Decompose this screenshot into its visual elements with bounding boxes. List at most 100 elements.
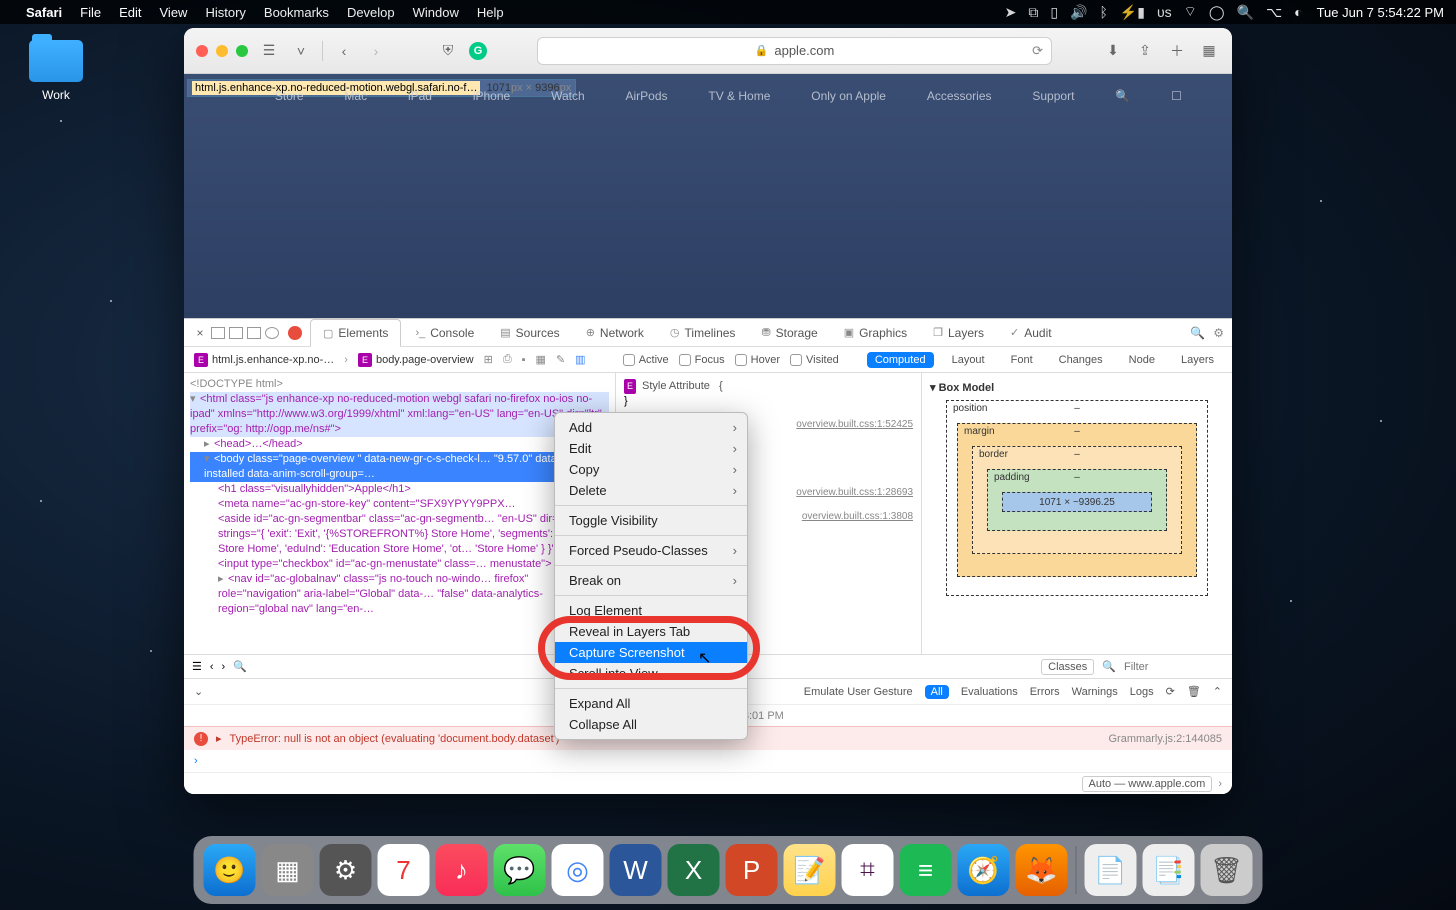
breadcrumb-html[interactable]: Ehtml.js.enhance-xp.no-… (194, 353, 334, 367)
nav-search-icon[interactable]: 🔍 (1115, 89, 1130, 103)
ruler-icon[interactable]: ▥ (575, 353, 585, 366)
dock-document2[interactable]: 📑 (1143, 844, 1195, 896)
ctx-capture-screenshot[interactable]: Capture Screenshot (555, 642, 747, 663)
dock-finder[interactable]: 🙂 (204, 844, 256, 896)
format-icon[interactable]: ⊞ (484, 353, 493, 366)
nav-only[interactable]: Only on Apple (811, 89, 886, 103)
dock-firefox[interactable]: 🦊 (1016, 844, 1068, 896)
nav-mac[interactable]: Mac (344, 89, 367, 103)
ctx-forced-pseudo-classes[interactable]: Forced Pseudo-Classes (555, 540, 747, 561)
dom-tree[interactable]: <!DOCTYPE html> ▾<html class="js enhance… (184, 373, 616, 654)
battery-icon[interactable]: ⚡▮ (1120, 4, 1145, 21)
print-icon[interactable]: ⎙ (503, 353, 512, 366)
search-icon[interactable]: 🔍 (233, 660, 247, 673)
nav-watch[interactable]: Watch (551, 89, 585, 103)
filter-evaluations[interactable]: Evaluations (961, 686, 1018, 698)
dropbox-icon[interactable]: ⧉ (1028, 4, 1038, 21)
paint-icon[interactable]: ✎ (556, 353, 565, 366)
dock-safari[interactable]: 🧭 (958, 844, 1010, 896)
filter-errors[interactable]: Errors (1030, 686, 1060, 698)
error-indicator-icon[interactable] (288, 326, 302, 340)
dark-icon[interactable]: ▪ (522, 354, 526, 366)
wifi-icon[interactable]: ⌔ (1184, 3, 1197, 21)
menu-window[interactable]: Window (413, 5, 459, 20)
input-icon[interactable]: ᴜs (1157, 4, 1172, 20)
nav-accessories[interactable]: Accessories (927, 89, 992, 103)
menu-view[interactable]: View (160, 5, 188, 20)
download-icon[interactable]: ⬇ (1102, 40, 1124, 62)
dock-notes[interactable]: 📝 (784, 844, 836, 896)
menu-bookmarks[interactable]: Bookmarks (264, 5, 329, 20)
dock-excel[interactable]: X (668, 844, 720, 896)
classes-button[interactable]: Classes (1041, 659, 1094, 675)
tab-layers[interactable]: ❐Layers (921, 319, 996, 347)
menu-help[interactable]: Help (477, 5, 504, 20)
dock-spotify[interactable]: ≡ (900, 844, 952, 896)
tab-timelines[interactable]: ◷Timelines (658, 319, 748, 347)
trash-icon[interactable]: 🗑 (1187, 685, 1201, 698)
ctx-toggle-visibility[interactable]: Toggle Visibility (555, 510, 747, 531)
dock-powerpoint[interactable]: P (726, 844, 778, 896)
dock-right-icon[interactable] (247, 327, 261, 339)
collapse-up-icon[interactable]: ⌃ (1213, 685, 1222, 698)
menubar-app[interactable]: Safari (26, 5, 62, 20)
control-center-icon[interactable]: ⌥ (1266, 4, 1282, 21)
dock-document[interactable]: 📄 (1085, 844, 1137, 896)
nav-tv[interactable]: TV & Home (708, 89, 770, 103)
nav-store[interactable]: Store (275, 89, 304, 103)
dock-calendar[interactable]: 7 (378, 844, 430, 896)
ctx-expand-all[interactable]: Expand All (555, 693, 747, 714)
nav-airpods[interactable]: AirPods (625, 89, 667, 103)
tab-overview-icon[interactable]: ▦ (1198, 40, 1220, 62)
device-icon[interactable]: ▯ (1050, 4, 1058, 21)
tab-console[interactable]: ›_Console (403, 319, 486, 347)
back-button[interactable]: ‹ (333, 40, 355, 62)
bluetooth-icon[interactable]: ᛒ (1099, 4, 1107, 20)
nav-ipad[interactable]: iPad (408, 89, 432, 103)
menu-edit[interactable]: Edit (119, 5, 141, 20)
volume-icon[interactable]: 🔊 (1070, 4, 1087, 21)
search-icon[interactable]: 🔍 (1190, 326, 1205, 340)
filter-all[interactable]: All (925, 685, 949, 699)
window-close-button[interactable] (196, 45, 208, 57)
nav-support[interactable]: Support (1032, 89, 1074, 103)
breadcrumb-body[interactable]: Ebody.page-overview (358, 353, 474, 367)
pseudo-active[interactable]: Active (623, 354, 669, 366)
dock-bottom-icon[interactable] (229, 327, 243, 339)
collapse-icon[interactable]: ☰ (192, 660, 202, 673)
spotlight-icon[interactable]: 🔍 (1237, 4, 1254, 21)
styletab-node[interactable]: Node (1121, 352, 1163, 368)
menubar-clock[interactable]: Tue Jun 7 5:54:22 PM (1317, 5, 1444, 20)
chevron-down-icon[interactable]: ˅ (290, 40, 312, 62)
menu-develop[interactable]: Develop (347, 5, 395, 20)
dock-detach-icon[interactable] (265, 327, 279, 339)
nav-iphone[interactable]: iPhone (473, 89, 510, 103)
grammarly-icon[interactable]: G (469, 42, 487, 60)
inspector-close-icon[interactable]: × (192, 326, 208, 340)
privacy-shield-icon[interactable]: ⛨ (437, 40, 459, 62)
styletab-layers[interactable]: Layers (1173, 352, 1222, 368)
tab-graphics[interactable]: ▣Graphics (832, 319, 919, 347)
console-prompt[interactable]: › (184, 750, 1232, 772)
window-minimize-button[interactable] (216, 45, 228, 57)
nav-next-icon[interactable]: › (222, 661, 226, 673)
nav-bag-icon[interactable]: ☐ (1171, 89, 1182, 103)
location-icon[interactable]: ➤ (1005, 4, 1017, 21)
ctx-reveal-in-layers-tab[interactable]: Reveal in Layers Tab (555, 621, 747, 642)
tab-sources[interactable]: ▤Sources (488, 319, 571, 347)
dock-chrome[interactable]: ◎ (552, 844, 604, 896)
sidebar-toggle-icon[interactable]: ☰ (258, 40, 280, 62)
desktop-folder-work[interactable]: Work (24, 40, 88, 102)
siri-icon[interactable]: ◐ (1294, 4, 1302, 20)
share-icon[interactable]: ⇪ (1134, 40, 1156, 62)
filter-warnings[interactable]: Warnings (1072, 686, 1118, 698)
dock-side-icon[interactable] (211, 327, 225, 339)
styletab-layout[interactable]: Layout (944, 352, 993, 368)
pseudo-focus[interactable]: Focus (679, 354, 725, 366)
emulate-gesture-label[interactable]: Emulate User Gesture (804, 686, 913, 698)
dock-slack[interactable]: ⌗ (842, 844, 894, 896)
grid-icon[interactable]: ▦ (536, 353, 546, 366)
ctx-add[interactable]: Add (555, 417, 747, 438)
menu-file[interactable]: File (80, 5, 101, 20)
pseudo-hover[interactable]: Hover (735, 354, 780, 366)
